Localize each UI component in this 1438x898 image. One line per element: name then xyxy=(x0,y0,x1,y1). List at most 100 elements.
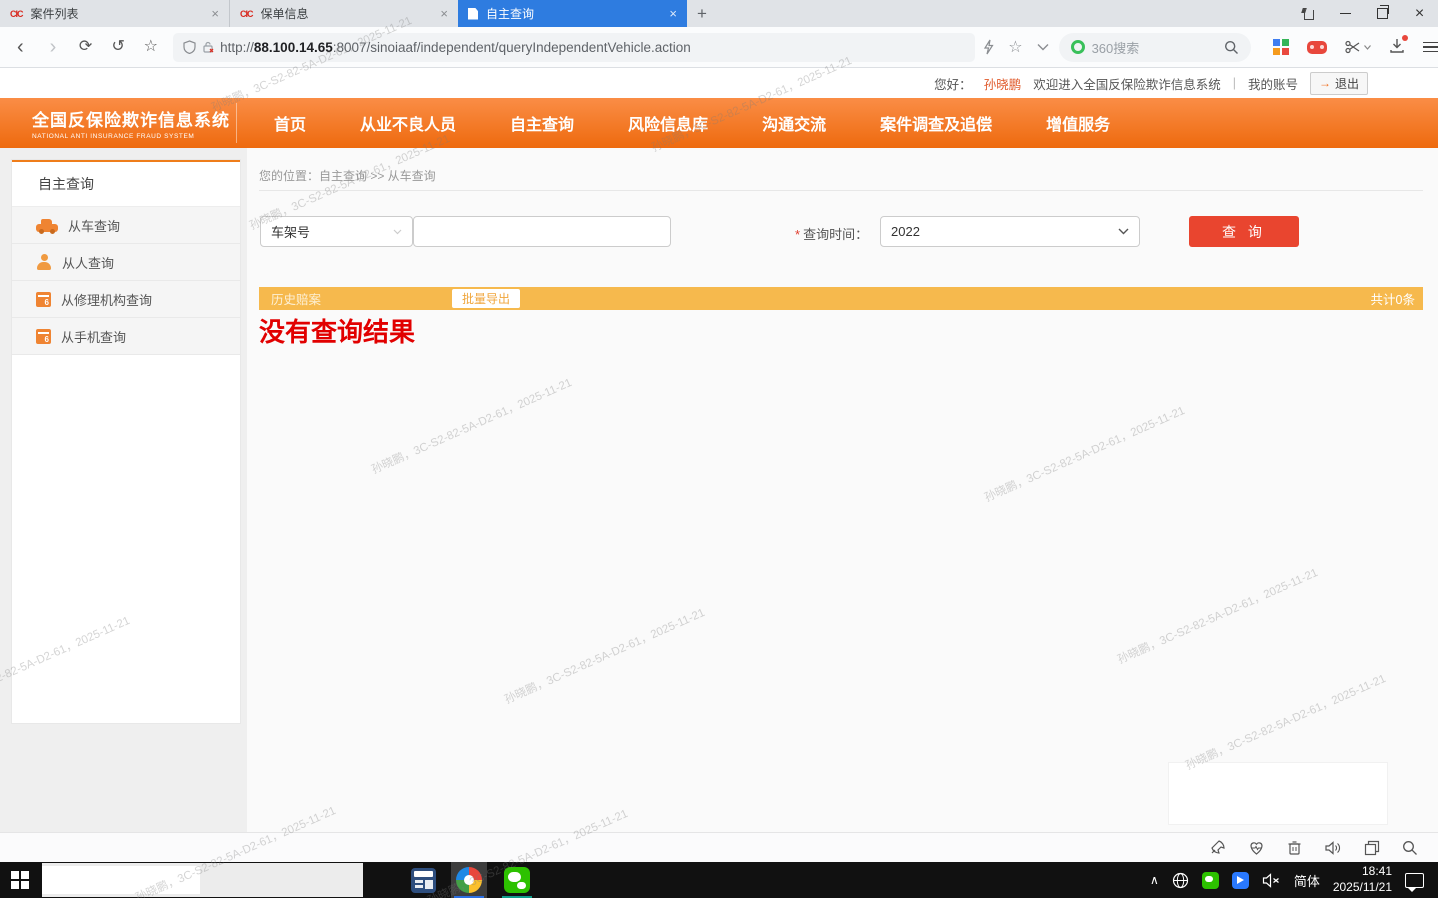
undo-button[interactable]: ↺ xyxy=(102,39,135,55)
field-type-value: 车架号 xyxy=(271,222,310,241)
refresh-button[interactable]: ⟳ xyxy=(69,39,102,55)
nav-item-independent-query[interactable]: 自主查询 xyxy=(483,111,601,135)
browser-address-bar: ‹ › ⟳ ↺ ☆ http://88.100.14.65:8007/sinoi… xyxy=(0,27,1438,68)
nav-item-value-added[interactable]: 增值服务 xyxy=(1019,111,1137,135)
downloads-button[interactable] xyxy=(1389,38,1405,57)
nav-item-risk-info[interactable]: 风险信息库 xyxy=(601,111,735,135)
back-button[interactable]: ‹ xyxy=(4,37,37,57)
nav-item-case-investigation[interactable]: 案件调查及追偿 xyxy=(853,111,1019,135)
close-window-button[interactable]: × xyxy=(1401,0,1438,27)
start-button[interactable] xyxy=(0,862,40,898)
multi-window-icon[interactable] xyxy=(1364,840,1380,856)
muted-speaker-icon[interactable] xyxy=(1262,873,1281,888)
repair-org-icon xyxy=(36,292,51,307)
shield-icon xyxy=(183,40,196,54)
scissors-icon xyxy=(1345,40,1361,54)
query-time-label: *查询时间： xyxy=(795,224,868,243)
360-logo-icon xyxy=(1071,40,1085,54)
lightning-icon[interactable] xyxy=(983,39,994,55)
url-field[interactable]: http://88.100.14.65:8007/sinoiaaf/indepe… xyxy=(173,33,975,62)
logout-arrow-icon: → xyxy=(1319,76,1331,90)
tab-policy-info[interactable]: CIC 保单信息 × xyxy=(229,0,458,27)
calculator-icon xyxy=(411,868,436,893)
divider: | xyxy=(1233,76,1236,90)
my-account-link[interactable]: 我的账号 xyxy=(1248,74,1298,93)
tray-wechat-icon[interactable] xyxy=(1202,872,1219,889)
trash-icon[interactable] xyxy=(1287,839,1302,856)
results-total: 共计0条 xyxy=(1371,289,1415,308)
tab-close-icon[interactable]: × xyxy=(669,6,677,21)
browser-skin-button[interactable] xyxy=(1290,0,1327,27)
logout-label: 退出 xyxy=(1335,75,1359,92)
sidebar-item-vehicle-query[interactable]: 从车查询 xyxy=(12,207,240,244)
tab-title: 保单信息 xyxy=(261,5,433,22)
taskbar: ∧ 简体 18:41 2025/11/21 xyxy=(0,862,1438,898)
user-bar: 您好： 孙晓鹏 欢迎进入全国反保险欺诈信息系统 | 我的账号 → 退出 xyxy=(0,68,1438,98)
games-gamepad-icon[interactable] xyxy=(1307,41,1327,54)
dropdown-caret-icon xyxy=(1364,45,1371,50)
chevron-down-icon[interactable] xyxy=(1037,43,1049,51)
clock-time: 18:41 xyxy=(1333,864,1392,880)
browser-search-box[interactable]: 360搜索 xyxy=(1059,33,1252,62)
wechat-icon xyxy=(504,867,530,893)
welcome-text: 欢迎进入全国反保险欺诈信息系统 xyxy=(1033,74,1221,93)
browser-footer-toolbar xyxy=(0,832,1438,862)
tray-expand-chevron-icon[interactable]: ∧ xyxy=(1150,873,1159,887)
results-header-bar: 历史赔案 批量导出 共计0条 xyxy=(259,287,1423,310)
tab-close-icon[interactable]: × xyxy=(440,6,448,21)
ime-language-badge[interactable]: 简体 xyxy=(1294,871,1320,890)
address-actions: ☆ xyxy=(983,37,1048,57)
tab-case-list[interactable]: CIC 案件列表 × xyxy=(0,0,229,27)
menu-button[interactable] xyxy=(1423,42,1438,53)
taskbar-clock[interactable]: 18:41 2025/11/21 xyxy=(1333,864,1392,895)
boost-rocket-icon[interactable] xyxy=(1209,839,1226,856)
sidebar-item-label: 从手机查询 xyxy=(61,327,126,346)
query-time-select[interactable]: 2022 xyxy=(880,216,1140,247)
screenshot-scissors-button[interactable] xyxy=(1345,40,1371,54)
vin-input[interactable] xyxy=(424,223,660,240)
apps-grid-icon[interactable] xyxy=(1273,39,1289,55)
car-icon xyxy=(36,219,58,232)
sidebar-item-phone-query[interactable]: 从手机查询 xyxy=(12,318,240,355)
shirt-icon xyxy=(1302,8,1316,20)
insecure-lock-icon xyxy=(202,41,214,54)
taskbar-browser-button[interactable] xyxy=(451,862,487,898)
tray-blue-app-icon[interactable] xyxy=(1232,872,1249,889)
favorite-star-icon[interactable]: ☆ xyxy=(1008,37,1022,57)
logout-button[interactable]: → 退出 xyxy=(1310,72,1368,95)
bookmark-star-button[interactable]: ☆ xyxy=(135,39,168,55)
tab-independent-query-active[interactable]: 自主查询 × xyxy=(458,0,687,27)
nav-items: 首页 从业不良人员 自主查询 风险信息库 沟通交流 案件调查及追偿 增值服务 xyxy=(247,111,1137,135)
main-navigation: 全国反保险欺诈信息系统 NATIONAL ANTI INSURANCE FRAU… xyxy=(0,98,1438,148)
batch-export-button[interactable]: 批量导出 xyxy=(452,289,520,308)
forward-button[interactable]: › xyxy=(37,37,70,57)
search-icon[interactable] xyxy=(1224,40,1239,55)
breadcrumb-divider xyxy=(259,190,1423,191)
new-tab-button[interactable]: + xyxy=(687,0,717,27)
taskbar-wechat-button[interactable] xyxy=(499,862,535,898)
speaker-icon[interactable] xyxy=(1324,840,1342,856)
taskbar-calculator-button[interactable] xyxy=(405,862,441,898)
username: 孙晓鹏 xyxy=(984,74,1022,93)
system-tray: ∧ 简体 18:41 2025/11/21 xyxy=(1150,864,1438,895)
taskbar-search-box[interactable] xyxy=(42,863,363,897)
health-heart-icon[interactable] xyxy=(1248,840,1265,856)
network-globe-icon[interactable] xyxy=(1172,872,1189,889)
notification-center-icon[interactable] xyxy=(1405,873,1424,888)
nav-item-home[interactable]: 首页 xyxy=(247,111,333,135)
maximize-button[interactable] xyxy=(1364,0,1401,27)
minimize-button[interactable] xyxy=(1327,0,1364,27)
greeting-label: 您好： xyxy=(934,74,972,93)
site-logo: 全国反保险欺诈信息系统 NATIONAL ANTI INSURANCE FRAU… xyxy=(0,103,237,143)
sidebar-item-repair-org-query[interactable]: 从修理机构查询 xyxy=(12,281,240,318)
query-button[interactable]: 查 询 xyxy=(1189,216,1299,247)
360-browser-icon xyxy=(456,867,482,893)
field-type-select[interactable]: 车架号 xyxy=(260,216,413,247)
page-search-icon[interactable] xyxy=(1402,840,1418,856)
nav-item-bad-practitioners[interactable]: 从业不良人员 xyxy=(333,111,483,135)
sidebar-item-person-query[interactable]: 从人查询 xyxy=(12,244,240,281)
nav-item-communication[interactable]: 沟通交流 xyxy=(735,111,853,135)
tab-close-icon[interactable]: × xyxy=(211,6,219,21)
results-bar-title: 历史赔案 xyxy=(271,289,321,308)
vin-input-wrap xyxy=(413,216,671,247)
